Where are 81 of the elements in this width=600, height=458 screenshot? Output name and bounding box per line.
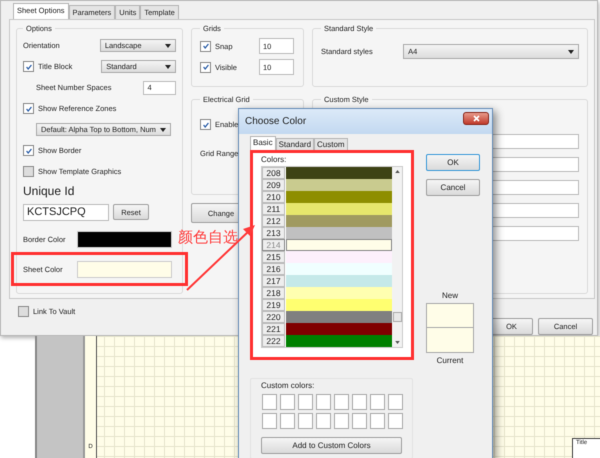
scrollbar-thumb[interactable] bbox=[392, 312, 402, 322]
checkbox[interactable] bbox=[23, 166, 34, 177]
color-number[interactable]: 222 bbox=[262, 335, 285, 347]
scroll-down-icon[interactable] bbox=[394, 341, 400, 344]
caret-icon bbox=[568, 50, 574, 54]
custom-color-slot[interactable] bbox=[334, 394, 349, 410]
color-number[interactable]: 213 bbox=[262, 227, 285, 239]
color-swatch[interactable] bbox=[286, 311, 392, 323]
close-icon bbox=[472, 115, 480, 122]
caret-icon bbox=[160, 128, 166, 132]
color-number[interactable]: 221 bbox=[262, 323, 285, 335]
color-number[interactable]: 212 bbox=[262, 215, 285, 227]
custom-color-slot[interactable] bbox=[334, 413, 349, 429]
custom-color-slot[interactable] bbox=[298, 394, 313, 410]
custom-color-slot[interactable] bbox=[316, 413, 331, 429]
color-number[interactable]: 217 bbox=[262, 275, 285, 287]
color-swatch[interactable] bbox=[286, 275, 392, 287]
color-swatch[interactable] bbox=[286, 323, 392, 335]
custom-color-slot[interactable] bbox=[280, 394, 295, 410]
section-heading: Unique Id bbox=[23, 184, 74, 198]
color-swatch[interactable] bbox=[286, 263, 392, 275]
new-color-swatch bbox=[426, 303, 474, 328]
tab[interactable]: Custom bbox=[314, 138, 348, 150]
custom-color-slot[interactable] bbox=[352, 394, 367, 410]
color-swatch[interactable] bbox=[286, 167, 392, 179]
custom-color-slot[interactable] bbox=[262, 413, 277, 429]
checkbox[interactable] bbox=[200, 40, 211, 52]
annotation-text: 颜色自选 bbox=[178, 228, 238, 247]
color-swatch[interactable] bbox=[77, 230, 172, 248]
checkbox[interactable] bbox=[23, 145, 34, 156]
custom-color-slot[interactable] bbox=[352, 413, 367, 429]
color-number[interactable]: 216 bbox=[262, 263, 285, 275]
cancel-button[interactable]: Cancel bbox=[426, 179, 480, 196]
caret-icon bbox=[165, 64, 171, 68]
custom-color-slot[interactable] bbox=[262, 394, 277, 410]
color-swatch[interactable] bbox=[286, 287, 392, 299]
color-swatch[interactable] bbox=[286, 215, 392, 227]
color-number[interactable]: 220 bbox=[262, 311, 285, 323]
custom-color-slot[interactable] bbox=[370, 413, 385, 429]
caret-icon bbox=[165, 44, 171, 48]
color-swatch[interactable] bbox=[286, 335, 392, 347]
color-swatch[interactable] bbox=[286, 227, 392, 239]
custom-color-slot[interactable] bbox=[298, 413, 313, 429]
current-label: Current bbox=[436, 356, 464, 365]
color-swatch[interactable] bbox=[286, 179, 392, 191]
tab[interactable]: Standard bbox=[276, 138, 314, 150]
tab[interactable]: Basic bbox=[250, 136, 276, 150]
window-title: Choose Color bbox=[245, 116, 306, 127]
add-custom-color-button[interactable]: Add to Custom Colors bbox=[261, 437, 402, 454]
new-label: New bbox=[440, 291, 459, 300]
color-swatch[interactable] bbox=[77, 260, 172, 278]
custom-colors-label: Custom colors: bbox=[261, 381, 316, 390]
id-field[interactable]: KCTSJCPQ bbox=[23, 204, 109, 220]
colors-label: Colors: bbox=[261, 155, 286, 164]
checkbox[interactable] bbox=[200, 62, 211, 72]
checkbox[interactable] bbox=[23, 61, 34, 72]
checkbox[interactable] bbox=[200, 119, 211, 130]
checkbox[interactable] bbox=[23, 103, 34, 114]
color-swatch[interactable] bbox=[286, 203, 392, 215]
color-number[interactable]: 218 bbox=[262, 287, 285, 299]
color-number[interactable]: 208 bbox=[262, 167, 285, 179]
custom-color-slot[interactable] bbox=[316, 394, 331, 410]
close-button[interactable] bbox=[463, 112, 489, 125]
custom-color-slot[interactable] bbox=[388, 394, 403, 410]
color-number[interactable]: 219 bbox=[262, 299, 285, 311]
color-swatch[interactable] bbox=[286, 191, 392, 203]
scroll-up-icon[interactable] bbox=[394, 170, 400, 173]
ok-button[interactable]: OK bbox=[426, 154, 480, 171]
custom-color-slot[interactable] bbox=[370, 394, 385, 410]
color-number[interactable]: 215 bbox=[262, 251, 285, 263]
checkbox[interactable] bbox=[18, 306, 29, 316]
current-color-swatch bbox=[426, 328, 474, 353]
color-swatch[interactable] bbox=[286, 299, 392, 311]
color-number[interactable]: 209 bbox=[262, 179, 285, 191]
color-swatch[interactable] bbox=[286, 251, 392, 263]
custom-color-slot[interactable] bbox=[280, 413, 295, 429]
scrollbar[interactable] bbox=[392, 167, 402, 347]
color-number[interactable]: 210 bbox=[262, 191, 285, 203]
custom-color-slot[interactable] bbox=[388, 413, 403, 429]
color-swatch[interactable] bbox=[286, 239, 392, 251]
color-number[interactable]: 211 bbox=[262, 203, 285, 215]
